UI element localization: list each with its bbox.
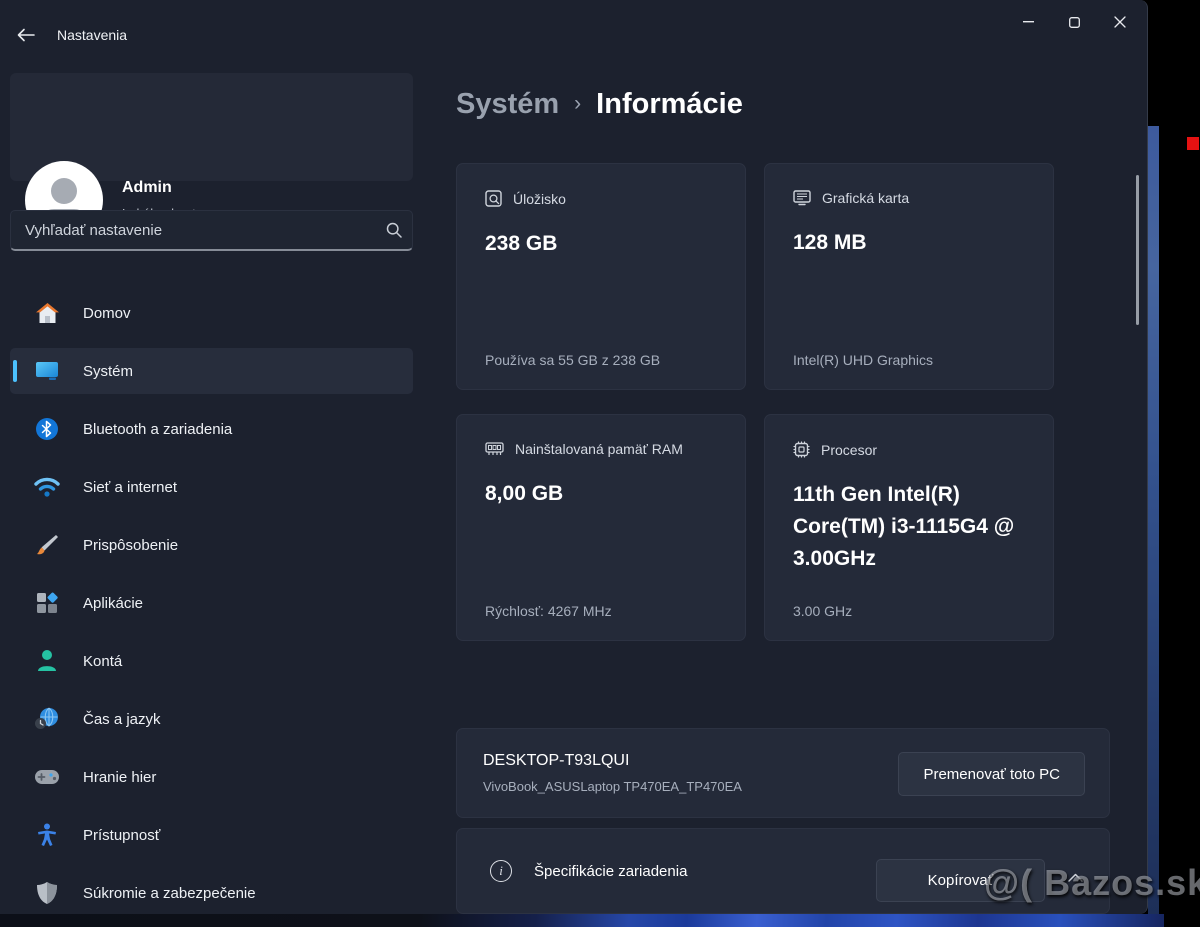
- minimize-icon: [1023, 21, 1034, 23]
- sidebar-nav: Domov Systém Blu: [10, 290, 413, 914]
- gpu-icon: [793, 190, 811, 206]
- device-model: VivoBook_ASUSLaptop TP470EA_TP470EA: [483, 779, 742, 794]
- search-box: [10, 210, 413, 251]
- system-icon: [34, 358, 60, 384]
- brush-icon: [34, 532, 60, 558]
- sidebar-item-label: Kontá: [83, 653, 122, 670]
- card-value: 238 GB: [485, 228, 717, 260]
- red-marker: [1187, 137, 1199, 150]
- scrollbar-thumb[interactable]: [1136, 175, 1139, 325]
- search-input[interactable]: [11, 222, 376, 239]
- sidebar-item-network[interactable]: Sieť a internet: [10, 464, 413, 510]
- card-value: 8,00 GB: [485, 478, 717, 510]
- sidebar-item-label: Čas a jazyk: [83, 711, 161, 728]
- card-title: Nainštalovaná pamäť RAM: [515, 441, 683, 457]
- wallpaper-right-sliver: [1148, 126, 1159, 914]
- sidebar-item-label: Aplikácie: [83, 595, 143, 612]
- card-detail: Rýchlosť: 4267 MHz: [485, 603, 612, 619]
- maximize-button[interactable]: [1051, 4, 1097, 40]
- ram-icon: [485, 442, 504, 456]
- breadcrumb: Systém › Informácie: [456, 88, 743, 121]
- wifi-icon: [34, 474, 60, 500]
- sidebar-item-label: Systém: [83, 363, 133, 380]
- sidebar-item-personalization[interactable]: Prispôsobenie: [10, 522, 413, 568]
- storage-card: Úložisko 238 GB Používa sa 55 GB z 238 G…: [456, 163, 746, 390]
- cpu-icon: [793, 441, 810, 458]
- gamepad-icon: [34, 764, 60, 790]
- card-detail: 3.00 GHz: [793, 603, 852, 619]
- sidebar-item-label: Sieť a internet: [83, 479, 177, 496]
- cpu-card: Procesor 11th Gen Intel(R) Core(TM) i3-1…: [764, 414, 1054, 641]
- accounts-icon: [34, 648, 60, 674]
- card-title: Procesor: [821, 442, 877, 458]
- titlebar: Nastavenia: [0, 0, 1147, 64]
- sidebar-item-bluetooth[interactable]: Bluetooth a zariadenia: [10, 406, 413, 452]
- back-button[interactable]: [8, 21, 44, 49]
- selection-accent-bar: [13, 360, 17, 382]
- info-icon: i: [490, 860, 512, 882]
- sidebar-item-label: Prístupnosť: [83, 827, 160, 844]
- gpu-card: Grafická karta 128 MB Intel(R) UHD Graph…: [764, 163, 1054, 390]
- sidebar-item-system[interactable]: Systém: [10, 348, 413, 394]
- sidebar-item-label: Súkromie a zabezpečenie: [83, 885, 256, 902]
- close-icon: [1114, 16, 1126, 28]
- sidebar-item-label: Prispôsobenie: [83, 537, 178, 554]
- card-title: Úložisko: [513, 191, 566, 207]
- accessibility-icon: [34, 822, 60, 848]
- card-value: 11th Gen Intel(R) Core(TM) i3-1115G4 @ 3…: [793, 479, 1025, 575]
- sidebar-item-accessibility[interactable]: Prístupnosť: [10, 812, 413, 858]
- ram-card: Nainštalovaná pamäť RAM 8,00 GB Rýchlosť…: [456, 414, 746, 641]
- sidebar-item-apps[interactable]: Aplikácie: [10, 580, 413, 626]
- search-icon[interactable]: [376, 222, 412, 238]
- back-arrow-icon: [17, 28, 35, 42]
- minimize-button[interactable]: [1005, 4, 1051, 40]
- sidebar-item-label: Domov: [83, 305, 131, 322]
- breadcrumb-parent[interactable]: Systém: [456, 88, 559, 121]
- sidebar-item-privacy[interactable]: Súkromie a zabezpečenie: [10, 870, 413, 914]
- sidebar-item-label: Bluetooth a zariadenia: [83, 421, 232, 438]
- card-value: 128 MB: [793, 227, 1025, 259]
- sidebar-item-gaming[interactable]: Hranie hier: [10, 754, 413, 800]
- sidebar-item-accounts[interactable]: Kontá: [10, 638, 413, 684]
- card-detail: Používa sa 55 GB z 238 GB: [485, 352, 660, 368]
- device-name-panel: DESKTOP-T93LQUI VivoBook_ASUSLaptop TP47…: [456, 728, 1110, 818]
- sidebar-item-time-language[interactable]: Čas a jazyk: [10, 696, 413, 742]
- app-title: Nastavenia: [57, 27, 127, 43]
- specs-label: Špecifikácie zariadenia: [534, 863, 687, 880]
- account-name: Admin: [122, 179, 172, 197]
- storage-icon: [485, 190, 502, 207]
- card-title: Grafická karta: [822, 190, 909, 206]
- settings-window: Nastavenia Admin Lokálne k: [0, 0, 1148, 914]
- breadcrumb-separator-icon: ›: [574, 92, 581, 116]
- wallpaper-bottom-strip: [0, 914, 1164, 927]
- card-detail: Intel(R) UHD Graphics: [793, 352, 933, 368]
- account-card[interactable]: Admin Lokálne konto: [10, 73, 413, 181]
- bluetooth-icon: [34, 416, 60, 442]
- sidebar-item-label: Hranie hier: [83, 769, 156, 786]
- apps-icon: [34, 590, 60, 616]
- watermark: @( Bazos.sk: [984, 862, 1200, 904]
- page-title: Informácie: [596, 88, 743, 121]
- sidebar-item-domov[interactable]: Domov: [10, 290, 413, 336]
- close-button[interactable]: [1097, 4, 1143, 40]
- maximize-icon: [1069, 17, 1080, 28]
- device-name: DESKTOP-T93LQUI: [483, 752, 629, 770]
- home-icon: [34, 300, 60, 326]
- rename-pc-button[interactable]: Premenovať toto PC: [898, 752, 1085, 796]
- time-language-icon: [34, 706, 60, 732]
- shield-icon: [34, 880, 60, 906]
